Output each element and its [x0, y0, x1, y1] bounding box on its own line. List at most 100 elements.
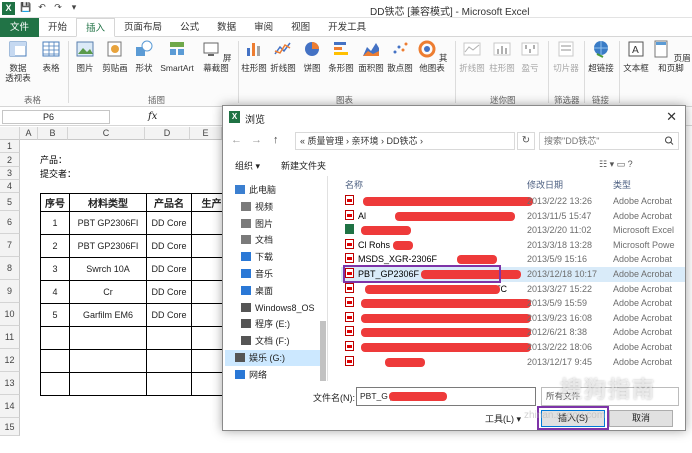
table-cell[interactable] — [69, 372, 147, 396]
slicer-button[interactable]: 切片器 — [551, 39, 581, 73]
sparkline-winloss-button[interactable]: 盈亏 — [518, 39, 542, 73]
table-cell[interactable]: 3 — [40, 257, 70, 281]
file-row[interactable]: 2013/12/17 9:45 Adobe Acrobat — [341, 355, 685, 370]
table-cell[interactable] — [40, 326, 70, 350]
file-row[interactable]: 2013/5/9 15:59 Adobe Acrobat — [341, 296, 685, 311]
save-icon[interactable]: 💾 — [20, 2, 32, 13]
scrollbar-thumb[interactable] — [320, 321, 326, 381]
table-cell[interactable] — [69, 349, 147, 373]
tab-page-layout[interactable]: 页面布局 — [115, 18, 171, 37]
nav-item[interactable]: 桌面 — [241, 283, 273, 299]
table-cell[interactable]: 2 — [40, 234, 70, 258]
table-cell[interactable] — [69, 326, 147, 350]
area-chart-button[interactable]: 面积图 — [357, 39, 385, 73]
row-header[interactable]: 4 — [0, 180, 20, 193]
pie-chart-button[interactable]: 饼图 — [300, 39, 324, 73]
row-header[interactable]: 10 — [0, 303, 20, 326]
pivot-table-button[interactable]: 数据 透视表 — [4, 39, 32, 83]
header-footer-button[interactable]: 页眉和页脚 — [651, 39, 691, 73]
tools-button[interactable]: 工具(L) ▾ — [485, 412, 521, 425]
other-charts-button[interactable]: 其他图表 — [414, 39, 450, 73]
sparkline-column-button[interactable]: 柱形图 — [488, 39, 516, 73]
view-options-icon[interactable]: ☷ ▾ ▭ ? — [599, 159, 633, 170]
nav-item[interactable]: Windows8_OS — [241, 300, 315, 316]
row-header[interactable]: 3 — [0, 167, 20, 180]
nav-item[interactable]: 文档 — [241, 232, 273, 248]
tab-home[interactable]: 开始 — [39, 18, 76, 37]
row-header[interactable]: 7 — [0, 234, 20, 257]
close-icon[interactable]: ✕ — [666, 109, 677, 125]
table-cell[interactable]: 4 — [40, 280, 70, 304]
column-name-header[interactable]: 名称 — [345, 178, 363, 191]
tab-view[interactable]: 视图 — [282, 18, 319, 37]
tab-insert[interactable]: 插入 — [76, 18, 116, 37]
back-arrow-icon[interactable]: ← — [231, 134, 242, 146]
table-cell[interactable]: Cr — [69, 280, 147, 304]
column-date-header[interactable]: 修改日期 — [527, 178, 563, 191]
table-cell[interactable]: PBT GP2306FI — [69, 211, 147, 235]
undo-icon[interactable]: ↶ — [36, 2, 48, 13]
search-input[interactable]: 搜索"DD铁芯" — [539, 132, 679, 150]
picture-button[interactable]: 图片 — [72, 39, 98, 73]
row-header[interactable]: 6 — [0, 211, 20, 234]
submitter-label[interactable]: 提交者： — [40, 167, 76, 180]
cancel-button[interactable]: 取消 — [609, 410, 673, 427]
tab-file[interactable]: 文件 — [0, 18, 40, 37]
smartart-button[interactable]: SmartArt — [158, 39, 196, 73]
tab-data[interactable]: 数据 — [208, 18, 245, 37]
column-type-header[interactable]: 类型 — [613, 178, 631, 191]
table-cell[interactable]: DD Core — [146, 257, 192, 281]
screenshot-button[interactable]: 屏幕截图 — [197, 39, 235, 73]
product-label[interactable]: 产品： — [40, 153, 67, 166]
table-cell[interactable]: 5 — [40, 303, 70, 327]
table-cell[interactable] — [146, 372, 192, 396]
tab-developer[interactable]: 开发工具 — [319, 18, 375, 37]
line-chart-button[interactable]: 折线图 — [269, 39, 297, 73]
hyperlink-button[interactable]: 超链接 — [586, 39, 616, 73]
table-cell[interactable] — [40, 372, 70, 396]
nav-item[interactable]: 程序 (E:) — [241, 316, 290, 332]
row-header[interactable]: 1 — [0, 140, 20, 153]
file-row[interactable]: 2013/9/23 16:08 Adobe Acrobat — [341, 311, 685, 326]
file-row[interactable]: 2013/2/22 13:26 Adobe Acrobat — [341, 194, 685, 209]
name-box[interactable]: P6 — [2, 110, 110, 124]
table-cell[interactable] — [40, 349, 70, 373]
table-cell[interactable] — [146, 326, 192, 350]
table-cell[interactable]: DD Core — [146, 280, 192, 304]
dialog-title-bar[interactable]: X 浏览 ✕ — [223, 106, 685, 128]
table-cell[interactable] — [146, 349, 192, 373]
nav-item[interactable]: 此电脑 — [235, 182, 276, 198]
row-header[interactable]: 15 — [0, 418, 20, 436]
nav-item[interactable]: 图片 — [241, 216, 273, 232]
textbox-button[interactable]: A 文本框 — [622, 39, 650, 73]
customize-qat-icon[interactable]: ▾ — [68, 2, 80, 13]
table-cell[interactable]: PBT GP2306FI — [69, 234, 147, 258]
table-cell[interactable]: 1 — [40, 211, 70, 235]
column-chart-button[interactable]: 柱形图 — [240, 39, 268, 73]
table-header[interactable]: 材料类型 — [69, 193, 147, 212]
row-header[interactable]: 14 — [0, 395, 20, 418]
forward-arrow-icon[interactable]: → — [251, 134, 262, 146]
file-row[interactable]: Cl Rohs 2013/3/18 13:28 Microsoft Powe — [341, 238, 685, 253]
sparkline-line-button[interactable]: 折线图 — [458, 39, 486, 73]
table-button[interactable]: 表格 — [38, 39, 64, 73]
nav-item[interactable]: 下载 — [241, 249, 273, 265]
file-row[interactable]: 2013/2/20 11:02 Microsoft Excel — [341, 223, 685, 238]
row-header[interactable]: 13 — [0, 372, 20, 395]
address-bar[interactable]: « 质量管理 › 亲环境 › DD铁芯 › — [295, 132, 515, 150]
table-cell[interactable]: DD Core — [146, 234, 192, 258]
file-row[interactable]: TC 2013/3/27 15:22 Adobe Acrobat — [341, 282, 685, 297]
nav-item[interactable]: 网络 — [235, 367, 267, 381]
row-header[interactable]: 2 — [0, 153, 20, 167]
table-cell[interactable]: DD Core — [146, 211, 192, 235]
row-header[interactable]: 12 — [0, 349, 20, 372]
new-folder-button[interactable]: 新建文件夹 — [281, 159, 326, 172]
file-row[interactable]: 2012/6/21 8:38 Adobe Acrobat — [341, 325, 685, 340]
column-header[interactable]: C — [68, 127, 145, 140]
row-header[interactable]: 9 — [0, 280, 20, 303]
select-all-corner[interactable] — [0, 127, 20, 140]
column-header[interactable]: E — [190, 127, 222, 140]
organize-button[interactable]: 组织 ▾ — [235, 159, 260, 172]
scatter-chart-button[interactable]: 散点图 — [386, 39, 414, 73]
redo-icon[interactable]: ↷ — [52, 2, 64, 13]
